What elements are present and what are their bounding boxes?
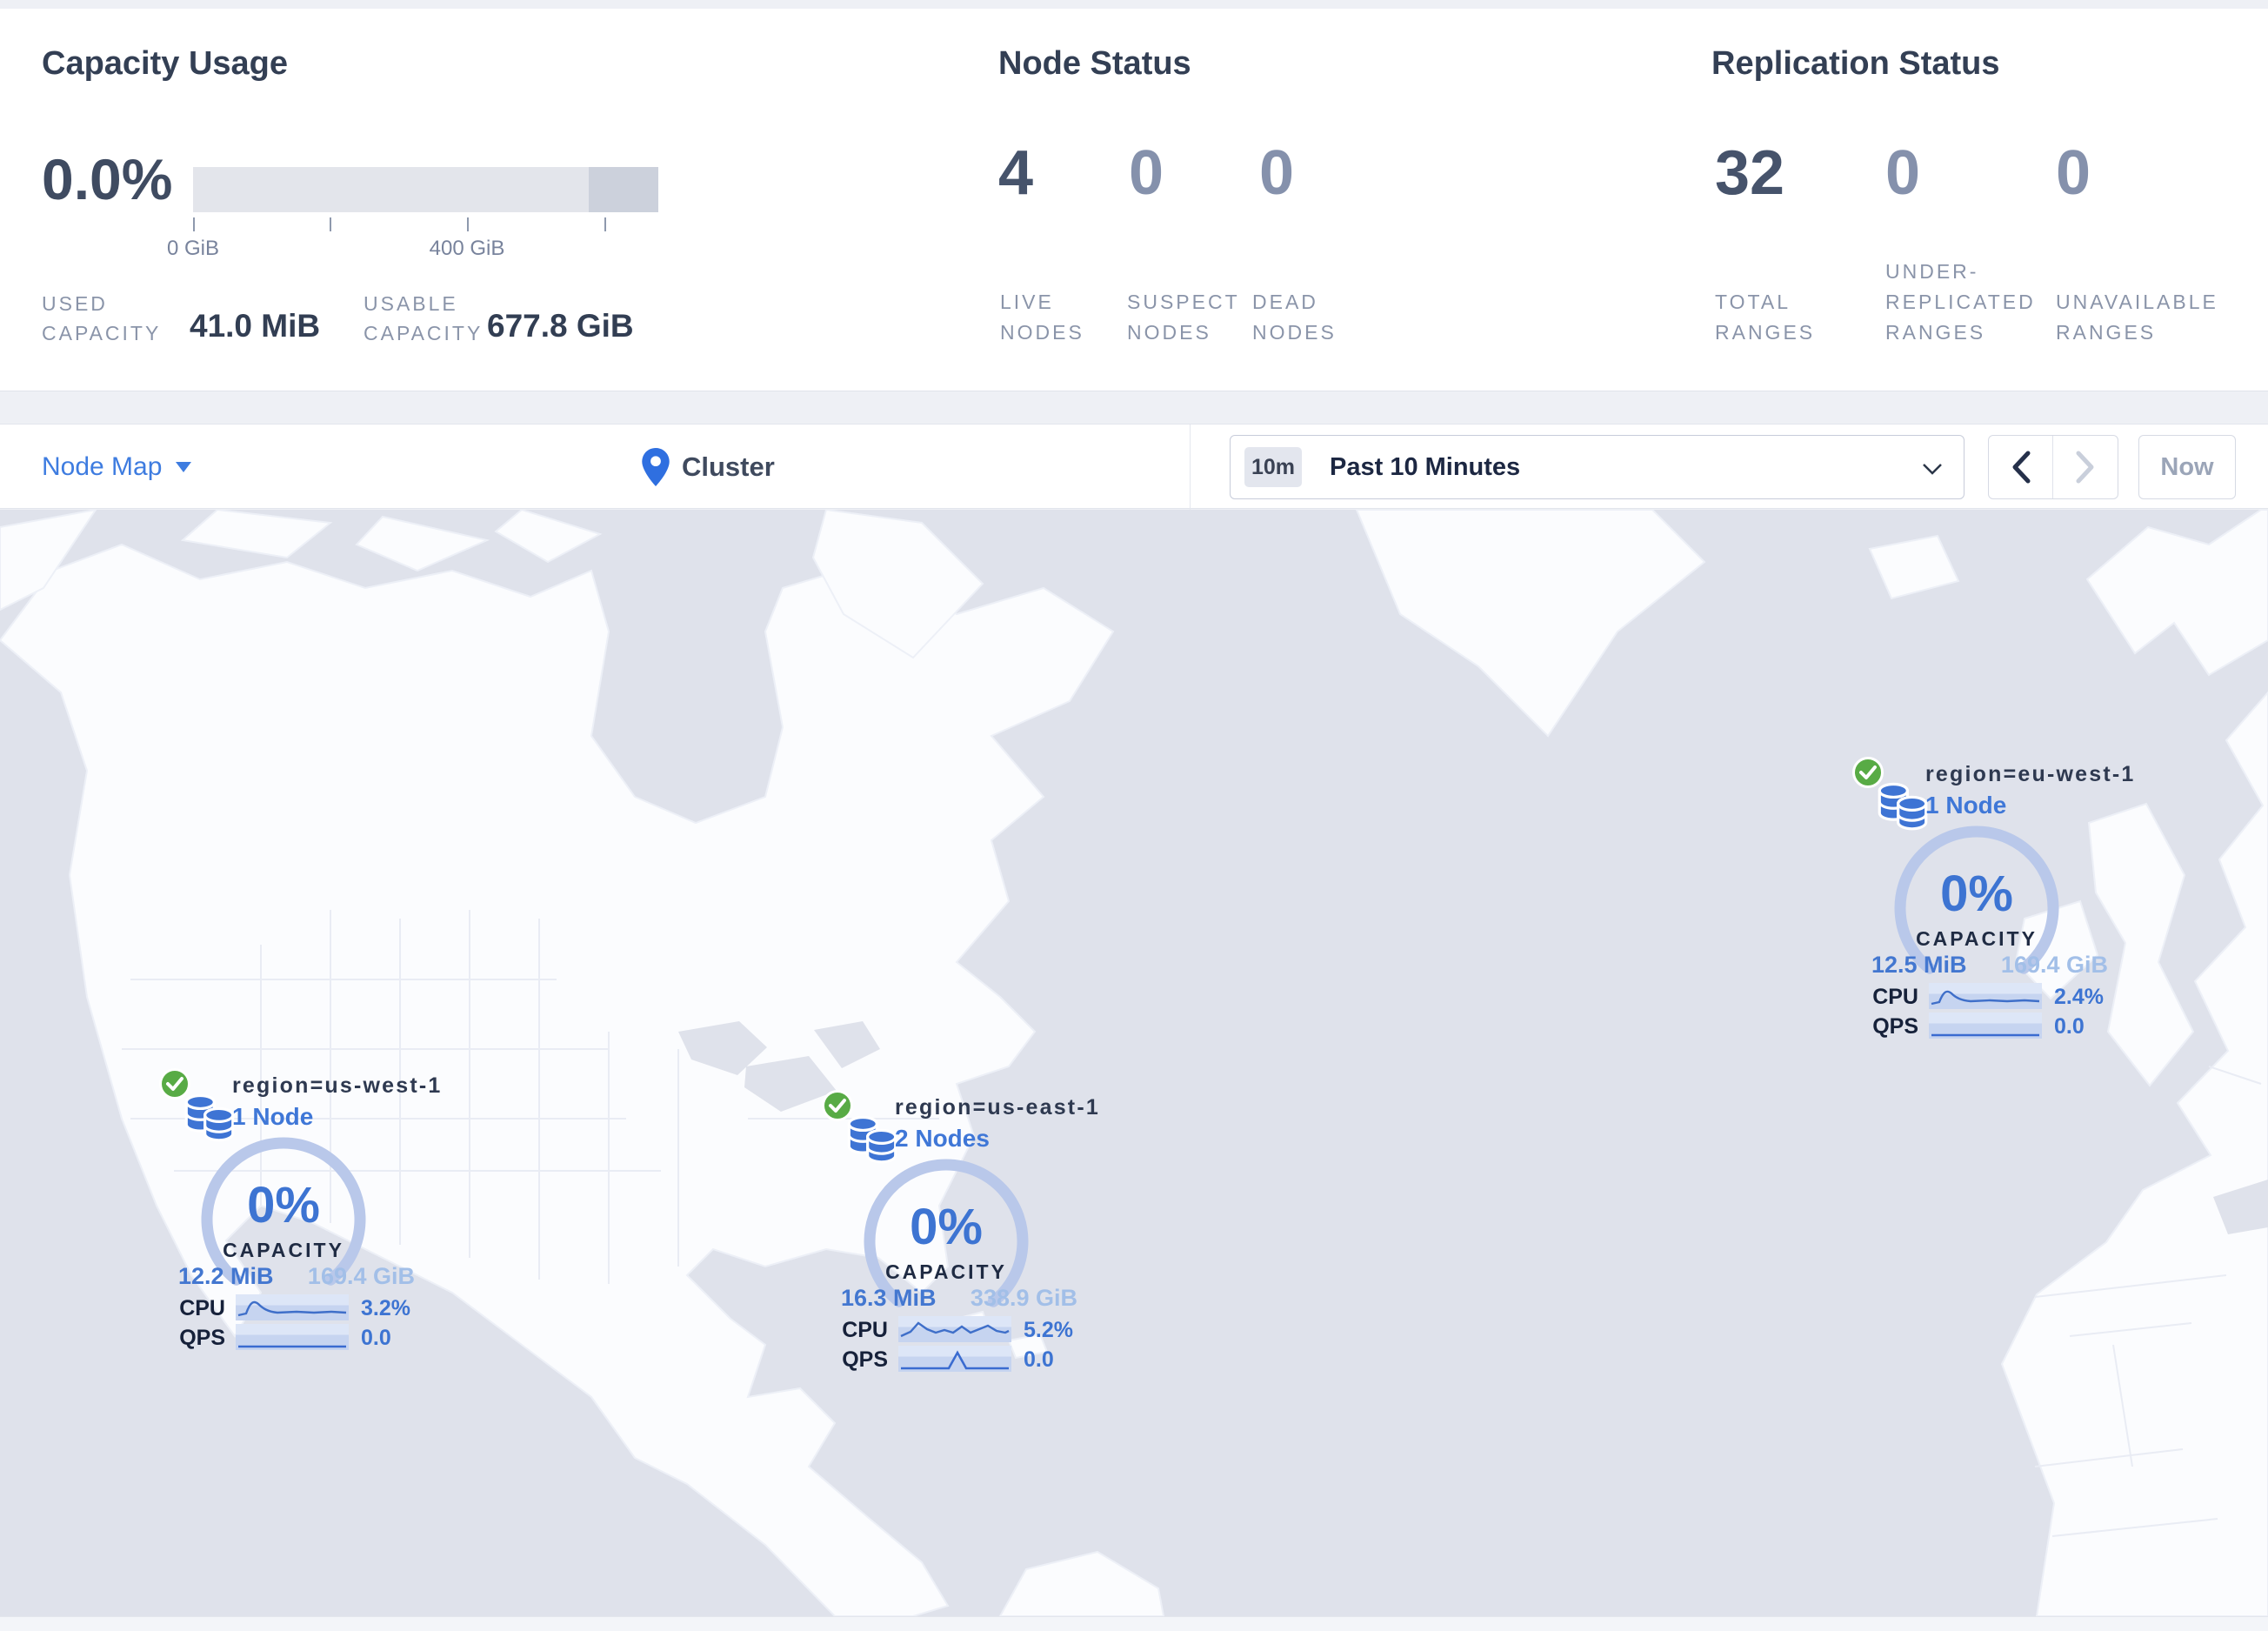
cpu-sparkline <box>1929 983 2042 1009</box>
qps-row: QPS 0.0 <box>1852 1013 2127 1039</box>
capacity-gauge-label: CAPACITY <box>1916 927 2038 950</box>
time-next-button[interactable] <box>2053 436 2118 498</box>
region-marker-us-west-1[interactable]: region=us-west-1 1 Node 0% CAPACITY 12.2… <box>159 1066 440 1359</box>
used-value: 12.2 MiB <box>178 1263 274 1289</box>
world-map-graphic <box>0 510 2268 1616</box>
node-status-title: Node Status <box>998 45 1191 82</box>
capacity-bar <box>193 167 658 212</box>
node-count-link[interactable]: 1 Node <box>1925 792 2006 819</box>
qps-label: QPS <box>842 1347 888 1372</box>
time-range-label: Past 10 Minutes <box>1330 452 1521 481</box>
live-nodes-count: 4 <box>998 138 1034 208</box>
cpu-value: 3.2% <box>361 1296 410 1320</box>
live-nodes-label: LIVE NODES <box>1000 291 1084 344</box>
time-range-dropdown[interactable]: 10m Past 10 Minutes <box>1230 435 1964 499</box>
total-ranges-count: 32 <box>1715 138 1785 208</box>
time-prev-button[interactable] <box>1989 436 2053 498</box>
toolbar-divider <box>1190 424 1191 510</box>
capacity-axis-tick <box>193 217 195 231</box>
used-value: 12.5 MiB <box>1871 952 1967 978</box>
capacity-axis-label: 400 GiB <box>429 237 505 260</box>
cpu-value: 2.4% <box>2054 985 2104 1009</box>
used-value: 16.3 MiB <box>841 1285 937 1311</box>
qps-label: QPS <box>179 1326 225 1350</box>
cpu-row: CPU 2.4% <box>1852 983 2127 1009</box>
summary-stats-bar: Capacity Usage 0.0% 0 GiB 400 GiB USED C… <box>0 9 2268 391</box>
cpu-row: CPU 3.2% <box>159 1294 434 1320</box>
qps-value: 0.0 <box>2054 1014 2085 1039</box>
view-selector-dropdown[interactable]: Node Map <box>42 424 192 510</box>
under-replicated-label: UNDER- REPLICATED RANGES <box>1885 260 2036 344</box>
capacity-gauge-percent: 0% <box>247 1177 320 1233</box>
cpu-row: CPU 5.2% <box>822 1316 1097 1342</box>
under-replicated-count: 0 <box>1885 138 1921 208</box>
caret-down-icon <box>176 462 192 472</box>
capacity-usage-title: Capacity Usage <box>42 45 289 82</box>
suspect-nodes-label: SUSPECT NODES <box>1127 291 1240 344</box>
chevron-down-icon <box>1923 464 1942 475</box>
view-selector-label: Node Map <box>42 452 163 481</box>
chevron-left-icon <box>2012 451 2030 484</box>
node-count-link[interactable]: 2 Nodes <box>895 1125 990 1153</box>
time-window-badge: 10m <box>1244 447 1302 487</box>
capacity-values: 12.2 MiB 169.4 GiB <box>178 1263 415 1290</box>
region-label: region=us-west-1 <box>232 1073 443 1098</box>
total-ranges-label: TOTAL RANGES <box>1715 291 1816 344</box>
total-value: 338.9 GiB <box>970 1285 1077 1311</box>
cpu-label: CPU <box>1872 985 1918 1009</box>
qps-row: QPS 0.0 <box>159 1324 434 1350</box>
region-marker-eu-west-1[interactable]: region=eu-west-1 1 Node 0% CAPACITY 12.5… <box>1852 755 2133 1047</box>
capacity-percent: 0.0% <box>42 147 173 211</box>
cpu-sparkline <box>898 1316 1011 1342</box>
map-toolbar: Node Map Cluster 10m Past 10 Minutes Now <box>0 424 2268 510</box>
qps-row: QPS 0.0 <box>822 1346 1097 1372</box>
used-capacity-value: 41.0 MiB <box>190 308 321 344</box>
used-capacity-label: USED CAPACITY <box>42 292 162 344</box>
cpu-label: CPU <box>179 1296 225 1320</box>
suspect-nodes-count: 0 <box>1129 138 1164 208</box>
region-marker-us-east-1[interactable]: region=us-east-1 2 Nodes 0% CAPACITY 16.… <box>822 1088 1100 1380</box>
breadcrumb-label: Cluster <box>682 451 775 482</box>
region-label: region=us-east-1 <box>895 1095 1100 1120</box>
capacity-gauge-percent: 0% <box>1940 866 2013 922</box>
cpu-label: CPU <box>842 1318 888 1342</box>
node-map[interactable] <box>0 510 2268 1616</box>
total-value: 169.4 GiB <box>307 1263 415 1289</box>
cluster-overview-page: Capacity Usage 0.0% 0 GiB 400 GiB USED C… <box>0 0 2268 1631</box>
capacity-axis-label: 0 GiB <box>166 237 220 260</box>
unavailable-label: UNAVAILABLE RANGES <box>2056 291 2218 344</box>
dead-nodes-count: 0 <box>1259 138 1295 208</box>
capacity-gauge-percent: 0% <box>910 1199 983 1255</box>
replication-status-title: Replication Status <box>1711 45 2000 82</box>
unavailable-count: 0 <box>2056 138 2091 208</box>
time-nav-group <box>1988 435 2118 499</box>
map-pin-icon <box>642 448 670 486</box>
capacity-values: 12.5 MiB 169.4 GiB <box>1871 952 2108 979</box>
page-footer-strip <box>0 1616 2268 1631</box>
capacity-gauge-label: CAPACITY <box>223 1239 344 1261</box>
capacity-values: 16.3 MiB 338.9 GiB <box>841 1285 1077 1312</box>
region-label: region=eu-west-1 <box>1925 762 2136 786</box>
node-count-link[interactable]: 1 Node <box>232 1103 313 1131</box>
qps-sparkline <box>236 1324 349 1350</box>
capacity-bar-reserved-segment <box>589 167 658 212</box>
qps-value: 0.0 <box>361 1326 391 1350</box>
cpu-value: 5.2% <box>1024 1318 1073 1342</box>
qps-value: 0.0 <box>1024 1347 1054 1372</box>
locality-breadcrumb[interactable]: Cluster <box>642 424 775 510</box>
chevron-right-icon <box>2076 451 2094 484</box>
qps-sparkline <box>1929 1013 2042 1039</box>
capacity-gauge-label: CAPACITY <box>885 1260 1007 1283</box>
capacity-axis-tick <box>330 217 331 231</box>
qps-label: QPS <box>1872 1014 1918 1039</box>
usable-capacity-label: USABLE CAPACITY <box>364 292 484 344</box>
total-value: 169.4 GiB <box>2000 952 2108 978</box>
usable-capacity-value: 677.8 GiB <box>487 308 634 344</box>
cpu-sparkline <box>236 1294 349 1320</box>
capacity-axis-tick <box>467 217 469 231</box>
capacity-axis-tick <box>604 217 606 231</box>
dead-nodes-label: DEAD NODES <box>1252 291 1337 344</box>
qps-sparkline <box>898 1346 1011 1372</box>
now-button[interactable]: Now <box>2138 435 2236 499</box>
